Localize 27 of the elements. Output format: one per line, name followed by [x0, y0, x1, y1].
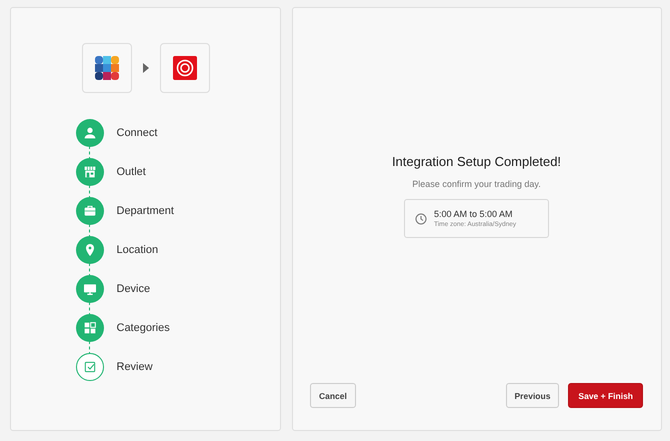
person-icon [82, 124, 98, 140]
store-icon [82, 164, 98, 180]
colorful-grid-icon [94, 55, 120, 81]
step-label: Outlet [116, 166, 146, 178]
step-marker[interactable] [76, 314, 104, 342]
step-marker[interactable] [76, 158, 104, 186]
step-label: Department [116, 204, 174, 216]
previous-button[interactable]: Previous [506, 383, 560, 408]
completion-subtitle: Please confirm your trading day. [412, 179, 541, 189]
step-marker[interactable] [76, 236, 104, 264]
step-label: Device [116, 282, 150, 294]
target-icon [172, 56, 196, 80]
step-label: Connect [116, 126, 158, 138]
step-label: Review [116, 360, 153, 372]
grid-icon [82, 320, 98, 336]
arrow-icon [142, 63, 150, 73]
step-label: Location [116, 244, 158, 256]
completion-title: Integration Setup Completed! [392, 154, 562, 169]
step-marker[interactable] [76, 118, 104, 146]
step-marker[interactable] [76, 352, 104, 380]
clock-icon [415, 212, 427, 224]
cancel-button[interactable]: Cancel [310, 383, 356, 408]
trading-hours: 5:00 AM to 5:00 AM [434, 209, 514, 219]
step-label: Categories [116, 322, 170, 334]
step-marker[interactable] [76, 196, 104, 224]
step-marker[interactable] [76, 274, 104, 302]
save-finish-button[interactable]: Save + Finish [568, 383, 643, 408]
